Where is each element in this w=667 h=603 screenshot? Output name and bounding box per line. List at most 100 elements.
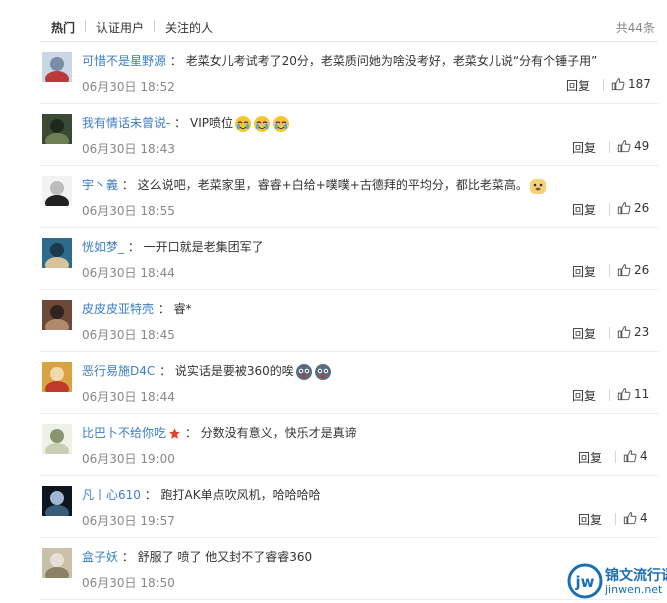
- thumbs-up-icon: [617, 326, 631, 339]
- comment-username[interactable]: 恍如梦_: [82, 240, 124, 254]
- comment-username[interactable]: 可惜不是星野源: [82, 54, 166, 68]
- like-button[interactable]: 4: [623, 511, 648, 525]
- cry-laugh-emoji: [253, 115, 271, 133]
- ultraman-avatar[interactable]: [42, 52, 72, 82]
- dark-figure-avatar[interactable]: [42, 114, 72, 144]
- like-button[interactable]: 23: [617, 325, 649, 339]
- star-badge-icon: [168, 427, 181, 440]
- like-count: 49: [634, 139, 650, 153]
- comment-item: 恍如梦_ ： 一开口就是老集团军了 06月30日 18:44 回复 26: [0, 228, 667, 290]
- comment-line: 皮皮皮亚特壳 ： 睿*: [82, 300, 192, 317]
- like-count: 187: [628, 77, 651, 91]
- mixed-avatar[interactable]: [42, 548, 72, 578]
- colon-separator: ：: [181, 426, 201, 440]
- colon-separator: ：: [166, 54, 186, 68]
- action-divider: [615, 513, 616, 525]
- comment-username[interactable]: 恶行易施D4C: [82, 364, 155, 378]
- thumbs-up-icon: [617, 388, 631, 401]
- comment-username[interactable]: 盒子妖: [82, 550, 118, 564]
- comment-line: 凡丨心610 ： 跑打AK单点吹风机，哈哈哈哈: [82, 486, 321, 503]
- like-button[interactable]: 49: [617, 139, 649, 153]
- comment-username[interactable]: 皮皮皮亚特壳: [82, 302, 154, 316]
- reply-button[interactable]: 回复: [572, 201, 596, 218]
- comment-username[interactable]: 比巴卜不给你吃: [82, 426, 166, 440]
- comment-item: 比巴卜不给你吃 ： 分数没有意义，快乐才是真谛 06月30日 19:00 回复 4: [0, 414, 667, 476]
- comment-line: 恍如梦_ ： 一开口就是老集团军了: [82, 238, 264, 255]
- watermark-url: jinwen.net: [605, 583, 663, 596]
- panda-avatar[interactable]: [42, 176, 72, 206]
- shocked-emoji: [295, 363, 313, 381]
- comment-username[interactable]: 我有情话未曾说-: [82, 116, 170, 130]
- comment-line: 恶行易施D4C ： 说实话是要被360的唉: [82, 362, 332, 381]
- like-count: 4: [640, 511, 648, 525]
- like-button[interactable]: 187: [611, 77, 651, 91]
- action-divider: [609, 265, 610, 277]
- thumbs-up-icon: [617, 202, 631, 215]
- face-avatar[interactable]: [42, 300, 72, 330]
- colon-separator: ：: [170, 116, 190, 130]
- reply-button[interactable]: 回复: [572, 387, 596, 404]
- comment-text: 老菜女儿考试考了20分，老菜质问她为啥没考好，老菜女儿说“分有个锤子用”: [185, 54, 598, 68]
- comment-item: 宇丶義 ： 这么说吧，老菜家里，睿睿+白给+噗噗+古德拜的平均分，都比老菜高。 0…: [0, 166, 667, 228]
- tab-following[interactable]: 关注的人: [165, 19, 213, 36]
- comment-timestamp: 06月30日 18:52: [82, 80, 175, 94]
- white-hair-anime-avatar[interactable]: [42, 424, 72, 454]
- like-count: 4: [640, 449, 648, 463]
- comment-timestamp: 06月30日 18:43: [82, 142, 175, 156]
- comment-timestamp: 06月30日 18:45: [82, 328, 175, 342]
- tab-divider: [85, 20, 86, 32]
- watermark: jw 锦文流行语 jinwen.net: [567, 561, 667, 601]
- comment-item: 我有情话未曾说- ： VIP喷位 06月30日 18:43 回复 49: [0, 104, 667, 166]
- comment-timestamp: 06月30日 19:00: [82, 452, 175, 466]
- action-divider: [609, 203, 610, 215]
- colon-separator: ：: [154, 302, 174, 316]
- comment-text: 睿*: [173, 302, 192, 316]
- tab-verified-users[interactable]: 认证用户: [96, 19, 144, 36]
- comment-timestamp: 06月30日 19:57: [82, 514, 175, 528]
- reply-button[interactable]: 回复: [578, 511, 602, 528]
- comment-username[interactable]: 宇丶義: [82, 178, 118, 192]
- comment-line: 可惜不是星野源 ： 老菜女儿考试考了20分，老菜质问她为啥没考好，老菜女儿说“分…: [82, 52, 597, 69]
- comment-item: 恶行易施D4C ： 说实话是要被360的唉 06月30日 18:44 回复 11: [0, 352, 667, 414]
- like-count: 26: [634, 201, 650, 215]
- doge-emoji: [529, 177, 547, 195]
- cry-laugh-emoji: [272, 115, 290, 133]
- action-divider: [609, 141, 610, 153]
- night-avatar[interactable]: [42, 486, 72, 516]
- comment-timestamp: 06月30日 18:44: [82, 390, 175, 404]
- anime-character-avatar[interactable]: [42, 362, 72, 392]
- like-button[interactable]: 11: [617, 387, 649, 401]
- comment-text: 一开口就是老集团军了: [143, 240, 264, 254]
- colon-separator: ：: [124, 240, 144, 254]
- comment-line: 我有情话未曾说- ： VIP喷位: [82, 114, 290, 133]
- tab-hot[interactable]: 热门: [51, 19, 75, 36]
- comment-timestamp: 06月30日 18:50: [82, 576, 175, 590]
- like-count: 11: [634, 387, 650, 401]
- reply-button[interactable]: 回复: [578, 449, 602, 466]
- thumbs-up-icon: [617, 140, 631, 153]
- comment-item: 皮皮皮亚特壳 ： 睿* 06月30日 18:45 回复 23: [0, 290, 667, 352]
- reply-button[interactable]: 回复: [566, 77, 590, 94]
- shocked-emoji: [314, 363, 332, 381]
- action-divider: [615, 451, 616, 463]
- watermark-title: 锦文流行语: [605, 568, 667, 584]
- anime-boy-avatar[interactable]: [42, 238, 72, 268]
- comment-text: 说实话是要被360的唉: [174, 364, 294, 378]
- comment-list: 可惜不是星野源 ： 老菜女儿考试考了20分，老菜质问她为啥没考好，老菜女儿说“分…: [0, 42, 667, 600]
- thumbs-up-icon: [617, 264, 631, 277]
- comment-username[interactable]: 凡丨心610: [82, 488, 141, 502]
- comment-text: 这么说吧，老菜家里，睿睿+白给+噗噗+古德拜的平均分，都比老菜高。: [137, 178, 528, 192]
- comment-text: 跑打AK单点吹风机，哈哈哈哈: [160, 488, 321, 502]
- comment-line: 比巴卜不给你吃 ： 分数没有意义，快乐才是真谛: [82, 424, 357, 441]
- reply-button[interactable]: 回复: [572, 263, 596, 280]
- reply-button[interactable]: 回复: [572, 325, 596, 342]
- comment-item: 可惜不是星野源 ： 老菜女儿考试考了20分，老菜质问她为啥没考好，老菜女儿说“分…: [0, 42, 667, 104]
- reply-button[interactable]: 回复: [572, 139, 596, 156]
- comment-timestamp: 06月30日 18:55: [82, 204, 175, 218]
- comment-text: 分数没有意义，快乐才是真谛: [200, 426, 357, 440]
- colon-separator: ：: [140, 488, 161, 502]
- like-button[interactable]: 26: [617, 263, 649, 277]
- comment-item: 凡丨心610 ： 跑打AK单点吹风机，哈哈哈哈 06月30日 19:57 回复 4: [0, 476, 667, 538]
- like-button[interactable]: 4: [623, 449, 648, 463]
- like-button[interactable]: 26: [617, 201, 649, 215]
